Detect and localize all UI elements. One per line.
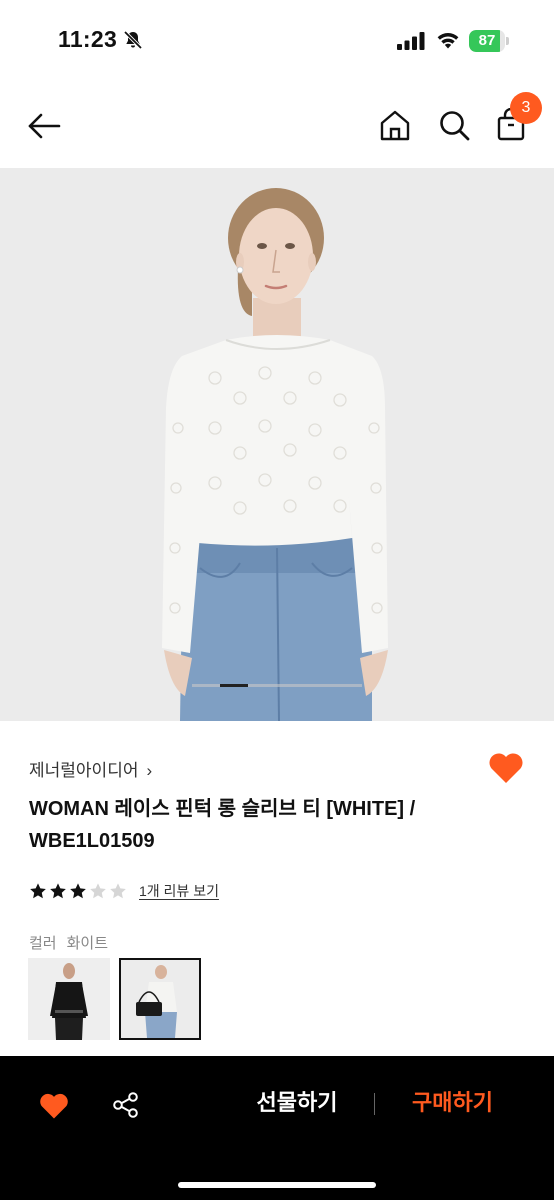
star-empty-icon <box>90 883 106 899</box>
brand-name: 제너럴아이디어 <box>29 761 139 780</box>
home-icon[interactable] <box>378 108 412 142</box>
rating-stars <box>29 882 129 900</box>
wifi-icon <box>437 33 459 49</box>
battery-percent: 87 <box>478 32 496 49</box>
carousel-active-segment <box>220 684 248 687</box>
review-link[interactable]: 1개 리뷰 보기 <box>139 881 219 901</box>
star-filled-icon <box>30 883 46 899</box>
color-option-label: 컬러 화이트 <box>29 932 108 953</box>
search-icon[interactable] <box>437 108 471 142</box>
rating-row: 1개 리뷰 보기 <box>29 880 219 902</box>
color-value: 화이트 <box>66 935 109 952</box>
cart-count-badge: 3 <box>510 92 542 124</box>
color-thumbnail-white[interactable] <box>119 958 201 1040</box>
color-thumbnail-black[interactable] <box>28 958 110 1040</box>
product-image-carousel[interactable] <box>0 168 554 721</box>
like-heart-icon[interactable] <box>39 1092 69 1120</box>
battery-charging-icon: 87 <box>469 30 509 52</box>
brand-link[interactable]: 제너럴아이디어 › <box>29 756 152 781</box>
bottom-action-bar: 선물하기 구매하기 <box>0 1056 554 1200</box>
nav-bar: 3 <box>0 80 554 168</box>
status-bar: 11:23 87 <box>0 0 554 80</box>
star-empty-icon <box>110 883 126 899</box>
home-indicator <box>178 1182 376 1188</box>
divider <box>374 1093 375 1115</box>
chevron-right-icon: › <box>146 761 153 780</box>
thumbnail-black-photo <box>28 958 110 1040</box>
product-photo <box>0 168 554 721</box>
thumbnail-white-photo <box>121 960 199 1038</box>
gift-button[interactable]: 선물하기 <box>222 1086 372 1122</box>
color-label: 컬러 <box>29 935 57 952</box>
star-filled-icon <box>50 883 66 899</box>
carousel-indicator <box>192 684 362 687</box>
buy-button[interactable]: 구매하기 <box>380 1086 525 1122</box>
star-filled-icon <box>70 883 86 899</box>
status-time: 11:23 <box>58 26 118 52</box>
product-title: WOMAN 레이스 핀턱 롱 슬리브 티 [WHITE] / WBE1L0150… <box>29 798 416 852</box>
wishlist-heart-icon[interactable] <box>488 752 524 784</box>
back-arrow-icon[interactable] <box>26 108 62 144</box>
cellular-signal-icon <box>397 32 425 50</box>
share-icon[interactable] <box>112 1091 140 1119</box>
bell-slash-icon <box>123 30 143 50</box>
